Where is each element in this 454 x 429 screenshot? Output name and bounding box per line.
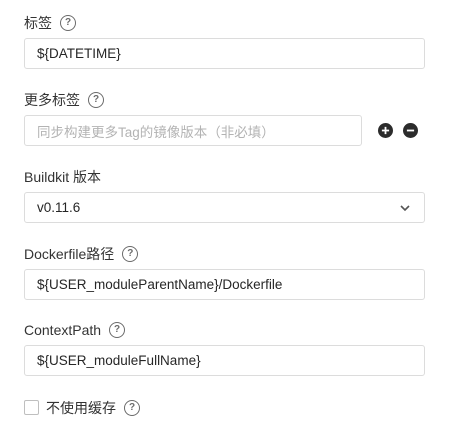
context-label-row: ContextPath ?	[24, 320, 126, 340]
no-cache-label: 不使用缓存	[46, 400, 116, 416]
context-label: ContextPath	[24, 322, 102, 338]
buildkit-select[interactable]: v0.11.6	[24, 192, 425, 223]
dockerfile-input-value: ${USER_moduleParentName}/Dockerfile	[37, 277, 283, 292]
question-circle-icon[interactable]: ?	[60, 15, 76, 31]
tag-label-row: 标签 ?	[24, 13, 76, 33]
tag-input-value: ${DATETIME}	[37, 46, 121, 61]
context-input-value: ${USER_moduleFullName}	[37, 353, 201, 368]
dockerfile-label: Dockerfile路径	[24, 246, 115, 262]
tag-label: 标签	[24, 15, 52, 31]
dockerfile-label-row: Dockerfile路径 ?	[24, 244, 139, 264]
more-tags-label-row: 更多标签 ?	[24, 90, 104, 110]
more-tags-input[interactable]: 同步构建更多Tag的镜像版本（非必填）	[24, 115, 362, 146]
chevron-down-icon	[400, 205, 410, 212]
buildkit-select-value: v0.11.6	[37, 200, 81, 215]
more-tags-label: 更多标签	[24, 92, 80, 108]
buildkit-label-row: Buildkit 版本	[24, 167, 101, 187]
dockerfile-input[interactable]: ${USER_moduleParentName}/Dockerfile	[24, 269, 425, 300]
no-cache-checkbox[interactable]	[24, 400, 39, 415]
question-circle-icon[interactable]: ?	[122, 246, 139, 262]
question-circle-icon[interactable]: ?	[109, 322, 126, 338]
question-circle-icon[interactable]: ?	[124, 400, 140, 416]
tag-input[interactable]: ${DATETIME}	[24, 38, 425, 69]
minus-circle-icon[interactable]	[403, 123, 418, 138]
no-cache-label-row: 不使用缓存 ?	[46, 398, 140, 418]
context-input[interactable]: ${USER_moduleFullName}	[24, 345, 425, 376]
question-circle-icon[interactable]: ?	[88, 92, 104, 108]
plus-circle-icon[interactable]	[378, 123, 393, 138]
buildkit-label: Buildkit 版本	[24, 169, 102, 185]
more-tags-placeholder: 同步构建更多Tag的镜像版本（非必填）	[37, 124, 275, 140]
